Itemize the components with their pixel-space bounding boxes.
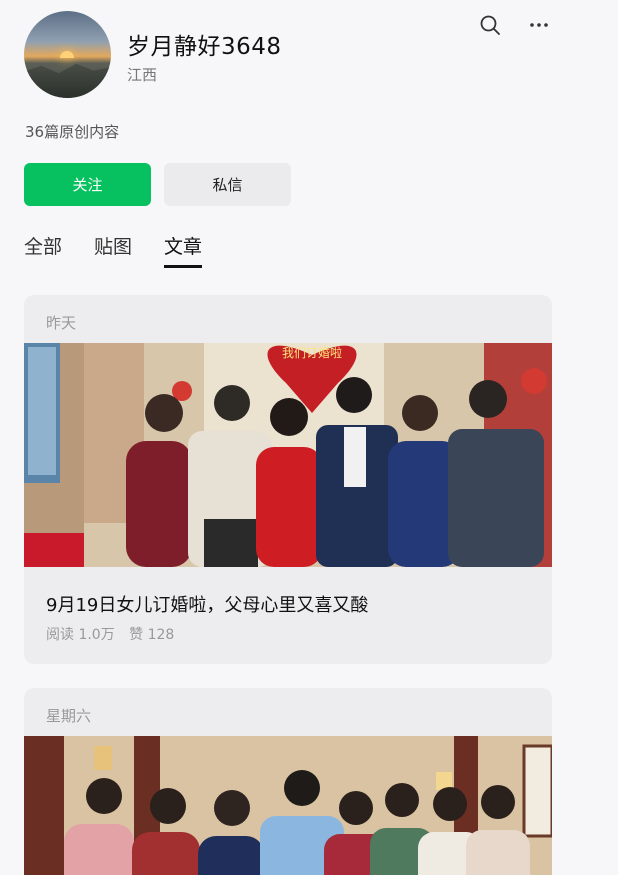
read-count: 阅读 1.0万	[46, 627, 115, 643]
tab-all[interactable]: 全部	[24, 232, 62, 269]
article-cover-image	[24, 736, 552, 875]
message-button[interactable]: 私信	[164, 163, 291, 206]
like-count: 赞 128	[129, 627, 175, 643]
profile-region: 江西	[127, 66, 158, 84]
article-date: 昨天	[46, 314, 77, 332]
profile-name: 岁月静好3648	[127, 34, 282, 60]
tab-posts[interactable]: 贴图	[94, 232, 132, 269]
avatar[interactable]	[24, 11, 111, 98]
article-meta: 阅读 1.0万 赞 128	[46, 624, 174, 644]
sun-shape	[60, 51, 74, 58]
article-title[interactable]: 9月19日女儿订婚啦，父母心里又喜又酸	[46, 591, 368, 617]
article-card[interactable]: 星期六	[24, 688, 552, 875]
follow-button[interactable]: 关注	[24, 163, 151, 206]
article-card[interactable]: 昨天 我们订婚啦 9月19日女儿订婚啦，父母心里又喜又酸 阅读 1.0万 赞 1…	[24, 295, 552, 664]
article-cover-image: 我们订婚啦	[24, 343, 552, 567]
article-date: 星期六	[46, 707, 92, 725]
more-dots-icon[interactable]	[528, 14, 550, 36]
tab-articles[interactable]: 文章	[164, 232, 202, 269]
search-icon[interactable]	[479, 14, 501, 36]
image-banner-text: 我们订婚啦	[282, 345, 342, 360]
mountain-shape	[24, 63, 111, 98]
active-tab-indicator	[164, 265, 202, 268]
original-content-count: 36篇原创内容	[25, 123, 120, 141]
